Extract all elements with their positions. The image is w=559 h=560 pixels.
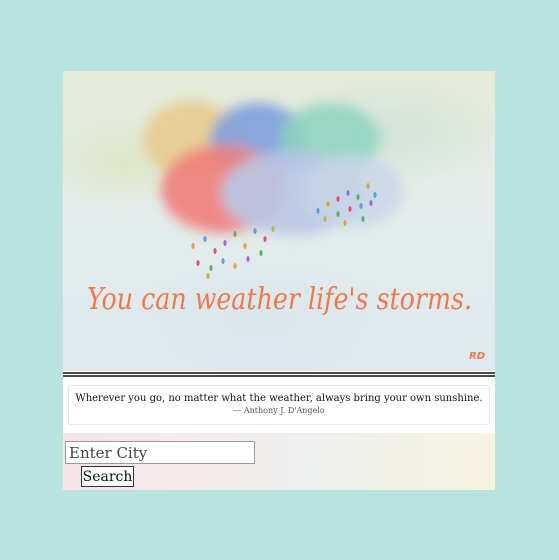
section-divider [63,372,495,377]
quote-card: Wherever you go, no matter what the weat… [68,385,490,425]
quote-author: — Anthony J. D'Angelo [233,406,325,415]
artist-signature: RD [469,351,485,362]
search-panel: Search [63,433,495,490]
quote-text: Wherever you go, no matter what the weat… [75,393,483,404]
app-frame: You can weather life's storms. RD Wherev… [63,71,495,490]
search-button[interactable]: Search [81,466,134,487]
city-search-input[interactable] [65,441,255,464]
raindrops-left [191,226,275,279]
storm-cloud-illustration: You can weather life's storms. RD [87,101,485,362]
hero-illustration: You can weather life's storms. RD [63,71,495,371]
handwritten-quote: You can weather life's storms. [87,282,472,317]
cloud-icon [143,101,403,235]
